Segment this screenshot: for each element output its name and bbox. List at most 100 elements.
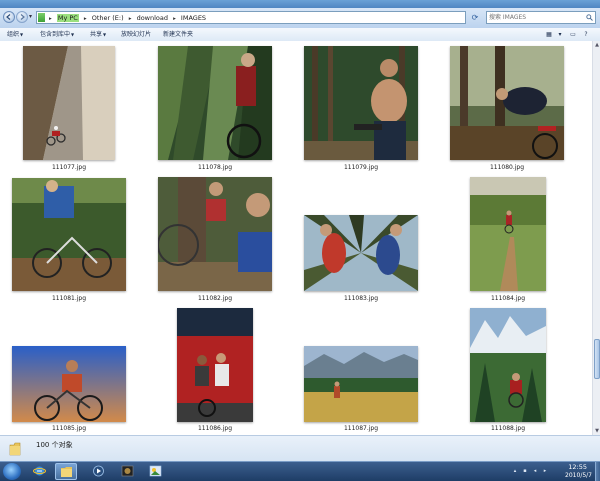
breadcrumb-separator-icon[interactable]: ▸ (173, 16, 176, 22)
item-count: 100 个对象 (36, 441, 73, 449)
search-icon[interactable] (586, 14, 593, 21)
thumbnail-111081[interactable] (12, 178, 126, 291)
thumbnail-111079[interactable] (304, 46, 418, 160)
breadcrumb-item-my-pc[interactable]: My PC (56, 14, 79, 22)
file-name-label[interactable]: 111083.jpg (311, 295, 411, 302)
file-name-label[interactable]: 111082.jpg (165, 295, 265, 302)
help-button[interactable]: ? (581, 30, 591, 39)
slideshow-button[interactable]: 放映幻灯片 (121, 30, 151, 39)
forward-button[interactable] (16, 11, 28, 23)
preview-pane-button[interactable]: ▭ (568, 30, 578, 39)
organize-menu[interactable]: 组织▼ (7, 30, 23, 39)
search-input[interactable] (489, 12, 579, 23)
tray-expand-icon[interactable]: ▴ (512, 468, 518, 474)
breadcrumb-separator-icon[interactable]: ▸ (49, 16, 52, 22)
scroll-thumb[interactable] (594, 339, 600, 379)
arrow-right-icon (20, 14, 25, 20)
title-bar[interactable] (0, 0, 600, 8)
thumbnail-111087[interactable] (304, 346, 418, 422)
file-name-label[interactable]: 111086.jpg (165, 425, 265, 432)
photo-mountain-rider (470, 308, 546, 422)
view-grid-icon: ▦ (546, 31, 552, 38)
include-in-library-label: 包含到库中 (40, 31, 71, 38)
arrow-left-icon (6, 14, 11, 20)
file-name-label[interactable]: 111084.jpg (458, 295, 558, 302)
taskbar-app-button[interactable] (117, 463, 139, 480)
thumbnail-111086[interactable] (177, 308, 253, 422)
thumbnail-111083[interactable] (304, 215, 418, 291)
photo-sky-rider (12, 346, 126, 422)
photo-low-angle-trees (304, 215, 418, 291)
photo-shirtless-rider (304, 46, 418, 160)
share-menu[interactable]: 共享▼ (90, 30, 106, 39)
scroll-down-arrow-icon[interactable]: ▼ (594, 428, 600, 434)
internet-explorer-icon (33, 466, 46, 476)
address-field[interactable]: ▸ My PC ▸ Other (E:) ▸ download ▸ IMAGES (36, 11, 466, 24)
back-button[interactable] (3, 11, 15, 23)
app-icon (121, 465, 134, 477)
flag-icon[interactable]: ▸ (542, 468, 548, 474)
vertical-scrollbar[interactable]: ▲ ▼ (592, 41, 600, 435)
file-name-label[interactable]: 111077.jpg (19, 164, 119, 171)
photo-motion-rider (158, 46, 272, 160)
address-bar: ▾ ▸ My PC ▸ Other (E:) ▸ download ▸ IMAG… (0, 8, 600, 29)
slideshow-label: 放映幻灯片 (121, 31, 152, 38)
recent-pages-chevron-icon[interactable]: ▾ (29, 14, 34, 20)
search-box[interactable] (486, 11, 596, 24)
folder-icon (61, 467, 72, 477)
taskbar-media-player-button[interactable] (88, 463, 110, 480)
share-label: 共享 (90, 31, 103, 38)
file-name-label[interactable]: 111088.jpg (458, 425, 558, 432)
breadcrumb-item-download[interactable]: download (137, 14, 168, 22)
chevron-down-icon: ▼ (71, 32, 75, 37)
breadcrumb-item-drive[interactable]: Other (E:) (92, 14, 124, 22)
photo-forest-crash (450, 46, 564, 160)
folder-icon (38, 13, 45, 22)
photo-road-cyclist (23, 46, 115, 160)
organize-label: 组织 (7, 31, 20, 38)
breadcrumb-separator-icon[interactable]: ▸ (84, 16, 87, 22)
breadcrumb-separator-icon[interactable]: ▸ (129, 16, 132, 22)
details-pane: 100 个对象 (0, 435, 600, 462)
new-folder-label: 新建文件夹 (163, 31, 194, 38)
file-list: 111077.jpg 111078.jpg 111079.jpg 111080.… (0, 41, 592, 435)
clock-date[interactable]: 2010/5/7 (565, 472, 592, 479)
network-icon[interactable]: ▪ (522, 468, 528, 474)
thumbnail-111085[interactable] (12, 346, 126, 422)
view-options-chevron[interactable]: ▾ (555, 30, 565, 39)
scroll-up-arrow-icon[interactable]: ▲ (594, 42, 600, 48)
photo-meadow-hiker (304, 346, 418, 422)
taskbar: ▴ ▪ ◂ ▸ 12:55 2010/5/7 (0, 461, 600, 481)
thumbnail-111088[interactable] (470, 308, 546, 422)
include-in-library-menu[interactable]: 包含到库中▼ (40, 30, 74, 39)
thumbnail-111082[interactable] (158, 177, 272, 291)
file-name-label[interactable]: 111087.jpg (311, 425, 411, 432)
chevron-down-icon: ▼ (20, 32, 24, 37)
file-name-label[interactable]: 111079.jpg (311, 164, 411, 171)
file-name-label[interactable]: 111085.jpg (19, 425, 119, 432)
help-icon: ? (584, 31, 588, 38)
media-player-icon (93, 465, 104, 477)
thumbnail-111084[interactable] (470, 177, 546, 291)
photo-trail-rider (470, 177, 546, 291)
folder-icon (9, 442, 21, 456)
new-folder-button[interactable]: 新建文件夹 (163, 30, 193, 39)
refresh-button[interactable]: ⟳ (468, 11, 482, 24)
chevron-down-icon: ▼ (103, 32, 107, 37)
taskbar-image-viewer-button[interactable] (145, 463, 167, 480)
file-name-label[interactable]: 111081.jpg (19, 295, 119, 302)
view-options-button[interactable]: ▦ (544, 30, 554, 39)
taskbar-explorer-button[interactable] (55, 463, 77, 480)
image-viewer-icon (149, 465, 162, 477)
clock-time[interactable]: 12:55 (568, 463, 587, 471)
file-name-label[interactable]: 111080.jpg (457, 164, 557, 171)
thumbnail-111078[interactable] (158, 46, 272, 160)
taskbar-ie-button[interactable] (29, 463, 51, 480)
start-button[interactable] (3, 463, 21, 480)
thumbnail-111080[interactable] (450, 46, 564, 160)
show-desktop-button[interactable] (595, 462, 600, 481)
file-name-label[interactable]: 111078.jpg (165, 164, 265, 171)
volume-icon[interactable]: ◂ (532, 468, 538, 474)
thumbnail-111077[interactable] (23, 46, 115, 160)
breadcrumb-item-images[interactable]: IMAGES (181, 14, 206, 22)
